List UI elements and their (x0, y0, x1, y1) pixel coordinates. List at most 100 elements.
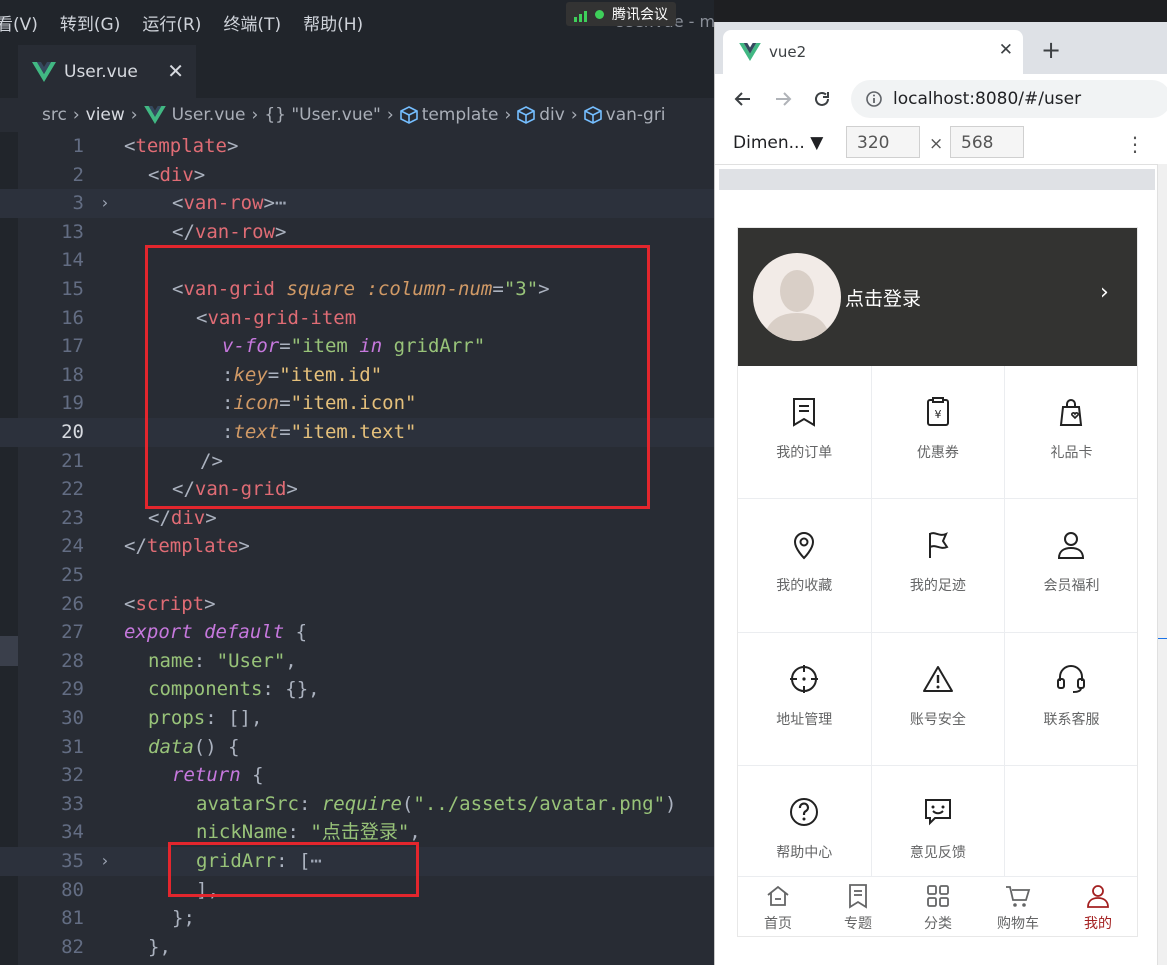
chevron-right-icon: › (570, 105, 578, 125)
line-number: 22 (61, 478, 84, 501)
back-icon[interactable] (733, 89, 753, 109)
user-header[interactable]: 点击登录 › (738, 228, 1137, 366)
device-select[interactable]: Dimen... ▼ (733, 133, 823, 153)
grid-item-label: 联系客服 (1043, 711, 1100, 728)
line-number: 19 (61, 392, 84, 415)
tab-label: 我的 (1084, 916, 1112, 932)
breadcrumb-template[interactable]: template (422, 105, 499, 125)
new-tab-icon[interactable]: + (1041, 36, 1061, 64)
grid-item-favorites[interactable]: 我的收藏 (738, 499, 872, 633)
tab-close-icon[interactable]: ✕ (167, 59, 184, 83)
tab-cart[interactable]: 购物车 (978, 877, 1058, 936)
vue-logo-icon (739, 43, 761, 61)
menu-goto[interactable]: 转到(G) (60, 10, 120, 35)
breadcrumb-div[interactable]: div (539, 105, 565, 125)
tab-label: User.vue (64, 62, 138, 82)
chevron-right-icon: › (72, 105, 80, 125)
code-token: nickName (196, 821, 288, 844)
reload-icon[interactable] (812, 89, 832, 109)
browser-tab[interactable]: vue2 ✕ (723, 30, 1023, 74)
avatar[interactable] (753, 253, 841, 341)
bottom-tabbar: 首页 专题 分类 购物车 我的 (738, 876, 1137, 936)
grid-item-address[interactable]: 地址管理 (738, 632, 872, 767)
code-line: 26 <script> (0, 590, 714, 619)
grid-item-label: 账号安全 (909, 711, 966, 728)
tab-category[interactable]: 分类 (898, 877, 978, 936)
tab-mine[interactable]: 我的 (1058, 877, 1137, 936)
folded-ellipsis[interactable]: ⋯ (275, 192, 286, 214)
url-text: localhost:8080/#/user (893, 89, 1082, 109)
coupon-icon: ¥ (926, 397, 949, 426)
code-token: : {}, (262, 678, 320, 701)
grid-item-label: 优惠券 (916, 445, 959, 461)
breadcrumb-van-grid[interactable]: van-gri (606, 105, 666, 125)
media-query-bar[interactable] (719, 169, 1155, 190)
code-token: "../assets/avatar.png" (413, 792, 666, 815)
code-token: template (135, 135, 227, 157)
line-number: 32 (61, 764, 84, 787)
forward-icon[interactable] (773, 89, 793, 109)
feedback-icon (924, 799, 951, 826)
address-bar[interactable]: localhost:8080/#/user (851, 80, 1167, 118)
grid-item-label: 帮助中心 (776, 845, 833, 862)
close-tab-icon[interactable]: ✕ (999, 40, 1013, 60)
menu-run[interactable]: 运行(R) (142, 10, 201, 35)
menu-help[interactable]: 帮助(H) (303, 10, 363, 35)
line-number: 24 (61, 535, 84, 558)
line-number: 15 (61, 278, 84, 300)
code-line: 3 › <van-row>⋯ (0, 189, 714, 218)
code-token: require (321, 792, 402, 815)
line-number: 31 (61, 735, 84, 758)
code-token: div (159, 163, 194, 186)
code-token: > (238, 535, 250, 558)
grid-item-orders[interactable]: 我的订单 (738, 366, 872, 500)
editor-tab-bar: User.vue ✕ (0, 44, 714, 99)
recording-dot-icon (595, 9, 604, 19)
cube-icon (399, 106, 418, 124)
grid-item-label: 我的收藏 (776, 578, 833, 595)
tab-user-vue[interactable]: User.vue ✕ (18, 44, 196, 99)
breadcrumb-src[interactable]: src (42, 105, 67, 125)
code-line: 25 (0, 561, 714, 590)
line-number: 20 (61, 421, 84, 443)
grid-item-label: 我的足迹 (909, 578, 966, 595)
line-number: 80 (61, 878, 84, 901)
code-line: 82}, (0, 933, 714, 962)
code-token: > (204, 592, 216, 615)
fold-chevron-icon[interactable]: › (100, 189, 110, 218)
chevron-right-icon: › (130, 105, 138, 125)
code-line: 81}; (0, 904, 714, 933)
code-token: , (409, 821, 421, 844)
grid-item-service[interactable]: 联系客服 (1005, 633, 1137, 767)
grid-item-coupons[interactable]: ¥ 优惠券 (871, 366, 1006, 500)
code-token: : [], (205, 707, 263, 729)
menu-terminal[interactable]: 终端(T) (223, 10, 281, 35)
nickname[interactable]: 点击登录 (845, 284, 921, 311)
code-line: 28 name: "User", (0, 647, 714, 676)
viewport-height-input[interactable]: 568 (950, 126, 1024, 158)
more-options-icon[interactable]: ⋮ (1125, 132, 1145, 156)
meeting-label: 腾讯会议 (612, 7, 668, 23)
grid-item-footprint[interactable]: 我的足迹 (871, 499, 1006, 633)
code-token: "User" (216, 649, 286, 672)
chevron-right-icon[interactable]: › (1100, 280, 1109, 305)
meeting-badge[interactable]: 腾讯会议 (566, 2, 676, 26)
code-token: < (172, 192, 184, 215)
tab-home[interactable]: 首页 (738, 877, 818, 936)
cube-icon (517, 106, 536, 124)
breadcrumb-view[interactable]: view (86, 105, 125, 125)
grid-item-label: 会员福利 (1043, 578, 1100, 595)
grid-item-gift-card[interactable]: 礼品卡 (1005, 366, 1137, 500)
viewport-width-input[interactable]: 320 (846, 126, 920, 158)
grid-item-membership[interactable]: 会员福利 (1005, 499, 1137, 633)
code-token: return (172, 764, 241, 787)
menu-view[interactable]: 看(V) (0, 10, 38, 35)
breadcrumb-file[interactable]: User.vue (172, 105, 246, 125)
home-icon (767, 885, 789, 906)
fold-chevron-icon[interactable]: › (100, 847, 110, 876)
breadcrumb-module[interactable]: {} "User.vue" (264, 105, 381, 125)
grid-item-security[interactable]: 账号安全 (871, 632, 1006, 767)
info-icon[interactable] (865, 90, 883, 108)
code-token: ( (401, 792, 414, 815)
tab-topic[interactable]: 专题 (818, 877, 898, 936)
